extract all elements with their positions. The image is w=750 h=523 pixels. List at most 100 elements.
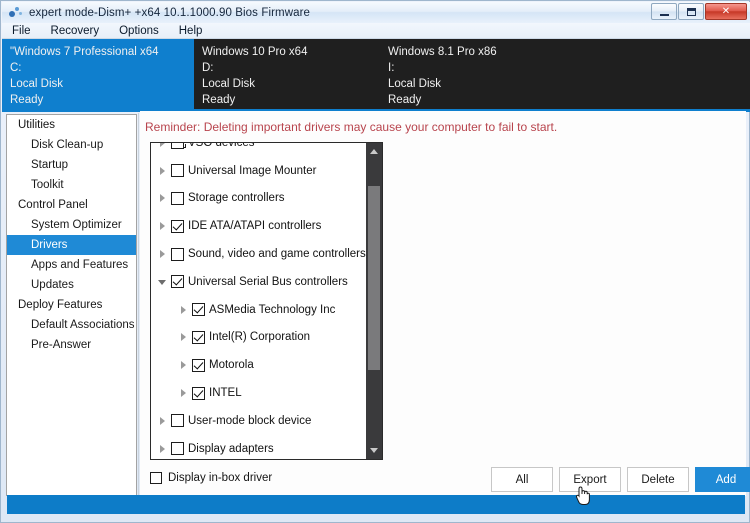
all-button[interactable]: All <box>491 467 553 492</box>
window-title: expert mode-Dism+ +x64 10.1.1000.90 Bios… <box>29 6 311 19</box>
tree-row-label: Storage controllers <box>188 192 285 205</box>
sidebar-item-toolkit[interactable]: Toolkit <box>7 175 136 195</box>
target-tab-strip: "Windows 7 Professional x64 C: Local Dis… <box>2 39 750 112</box>
sidebar-group-control-panel: Control Panel <box>18 199 88 211</box>
action-button-row: All Export Delete Add <box>485 467 750 492</box>
tree-row-checkbox[interactable] <box>192 303 205 317</box>
chevron-right-icon[interactable] <box>157 220 169 232</box>
display-inbox-driver-checkbox[interactable] <box>150 472 162 484</box>
tree-row[interactable]: IDE ATA/ATAPI controllers <box>151 212 366 240</box>
chevron-right-icon[interactable] <box>157 165 169 177</box>
sidebar-item-apps-and-features[interactable]: Apps and Features <box>7 255 136 275</box>
tree-row-label: Universal Serial Bus controllers <box>188 275 348 288</box>
tree-row[interactable]: Sound, video and game controllers <box>151 240 366 268</box>
chevron-right-icon[interactable] <box>157 143 169 149</box>
tree-row-checkbox[interactable] <box>171 164 184 178</box>
display-inbox-driver-label: Display in-box driver <box>168 472 273 484</box>
tree-row-checkbox[interactable] <box>171 442 184 456</box>
scrollbar-thumb[interactable] <box>368 186 380 370</box>
tree-row[interactable]: User-mode block device <box>151 407 366 435</box>
tree-row-checkbox[interactable] <box>192 386 205 400</box>
chevron-down-icon[interactable] <box>157 276 169 288</box>
tree-row[interactable]: Intel(R) Corporation <box>151 324 366 352</box>
sidebar-group-utilities: Utilities <box>18 119 56 131</box>
menu-item-help[interactable]: Help <box>177 25 205 37</box>
tree-row-label: INTEL <box>209 387 242 400</box>
tree-row[interactable]: Storage controllers <box>151 185 366 213</box>
target-tab-windows-81[interactable]: Windows 8.1 Pro x86 I: Local Disk Ready <box>380 39 750 109</box>
tree-row-checkbox[interactable] <box>171 191 184 205</box>
target-type: Local Disk <box>10 78 64 90</box>
app-gear-icon <box>8 6 24 20</box>
sidebar-item-pre-answer[interactable]: Pre-Answer <box>7 335 136 355</box>
target-status: Ready <box>10 94 44 106</box>
main-content: Reminder: Deleting important drivers may… <box>140 111 750 496</box>
sidebar-item-drivers[interactable]: Drivers <box>7 235 136 255</box>
add-button[interactable]: Add <box>695 467 750 492</box>
target-tab-windows-7[interactable]: "Windows 7 Professional x64 C: Local Dis… <box>2 39 194 109</box>
driver-tree: VSO devices Universal Image Mounter Storag… <box>150 142 383 460</box>
target-drive: C: <box>10 62 22 74</box>
tree-row[interactable]: INTEL <box>151 379 366 407</box>
tree-row[interactable]: Universal Image Mounter <box>151 157 366 185</box>
menu-item-options[interactable]: Options <box>117 25 161 37</box>
sidebar-item-default-associations[interactable]: Default Associations <box>7 315 136 335</box>
target-status: Ready <box>388 94 422 106</box>
chevron-right-icon[interactable] <box>178 304 190 316</box>
tree-row-label: Motorola <box>209 359 254 372</box>
tree-row-label: Universal Image Mounter <box>188 164 317 177</box>
chevron-right-icon[interactable] <box>157 443 169 455</box>
menu-item-recovery[interactable]: Recovery <box>49 25 102 37</box>
target-name: Windows 8.1 Pro x86 <box>388 46 497 58</box>
sidebar-item-updates[interactable]: Updates <box>7 275 136 295</box>
tree-row-checkbox[interactable] <box>192 330 205 344</box>
sidebar-item-system-optimizer[interactable]: System Optimizer <box>7 215 136 235</box>
chevron-right-icon[interactable] <box>178 331 190 343</box>
chevron-right-icon[interactable] <box>157 415 169 427</box>
tree-row-label: Sound, video and game controllers <box>188 248 366 261</box>
scroll-up-icon[interactable] <box>366 143 382 159</box>
target-drive: D: <box>202 62 214 74</box>
tree-row-checkbox[interactable] <box>171 275 184 289</box>
window-controls: ✕ <box>650 3 747 20</box>
tree-row[interactable]: Motorola <box>151 351 366 379</box>
target-drive: I: <box>388 62 395 74</box>
menu-item-file[interactable]: File <box>10 25 33 37</box>
status-bar <box>7 495 745 514</box>
tree-row-checkbox[interactable] <box>171 414 184 428</box>
driver-tree-scrollbar[interactable] <box>366 143 382 459</box>
tree-row-checkbox[interactable] <box>171 143 184 150</box>
tree-row[interactable]: Display adapters <box>151 435 366 459</box>
sidebar-group-deploy-features: Deploy Features <box>18 299 103 311</box>
target-name: Windows 10 Pro x64 <box>202 46 308 58</box>
sidebar-item-startup[interactable]: Startup <box>7 155 136 175</box>
menu-bar: File Recovery Options Help <box>2 23 750 39</box>
tree-row[interactable]: Universal Serial Bus controllers <box>151 268 366 296</box>
application-window: expert mode-Dism+ +x64 10.1.1000.90 Bios… <box>0 0 750 523</box>
chevron-right-icon[interactable] <box>157 192 169 204</box>
sidebar-item-disk-clean-up[interactable]: Disk Clean-up <box>7 135 136 155</box>
sidebar-divider <box>138 113 139 497</box>
scroll-down-icon[interactable] <box>366 443 382 459</box>
tree-row[interactable]: VSO devices <box>151 142 366 157</box>
tree-row-checkbox[interactable] <box>192 358 205 372</box>
delete-button[interactable]: Delete <box>627 467 689 492</box>
display-inbox-driver-row[interactable]: Display in-box driver <box>150 472 272 484</box>
target-type: Local Disk <box>202 78 256 90</box>
export-button[interactable]: Export <box>559 467 621 492</box>
maximize-button[interactable] <box>678 3 704 20</box>
tree-row-checkbox[interactable] <box>171 219 184 233</box>
tree-row[interactable]: ASMedia Technology Inc <box>151 296 366 324</box>
chevron-right-icon[interactable] <box>157 248 169 260</box>
tree-row-label: VSO devices <box>188 142 255 149</box>
minimize-button[interactable] <box>651 3 677 20</box>
tree-row-label: IDE ATA/ATAPI controllers <box>188 220 322 233</box>
close-button[interactable]: ✕ <box>705 3 747 20</box>
chevron-right-icon[interactable] <box>178 387 190 399</box>
title-bar: expert mode-Dism+ +x64 10.1.1000.90 Bios… <box>2 2 750 24</box>
chevron-right-icon[interactable] <box>178 359 190 371</box>
sidebar: Utilities Disk Clean-up Startup Toolkit … <box>6 114 137 496</box>
tree-row-checkbox[interactable] <box>171 247 184 261</box>
target-tab-windows-10[interactable]: Windows 10 Pro x64 D: Local Disk Ready <box>194 39 380 109</box>
tree-row-label: Display adapters <box>188 442 274 455</box>
